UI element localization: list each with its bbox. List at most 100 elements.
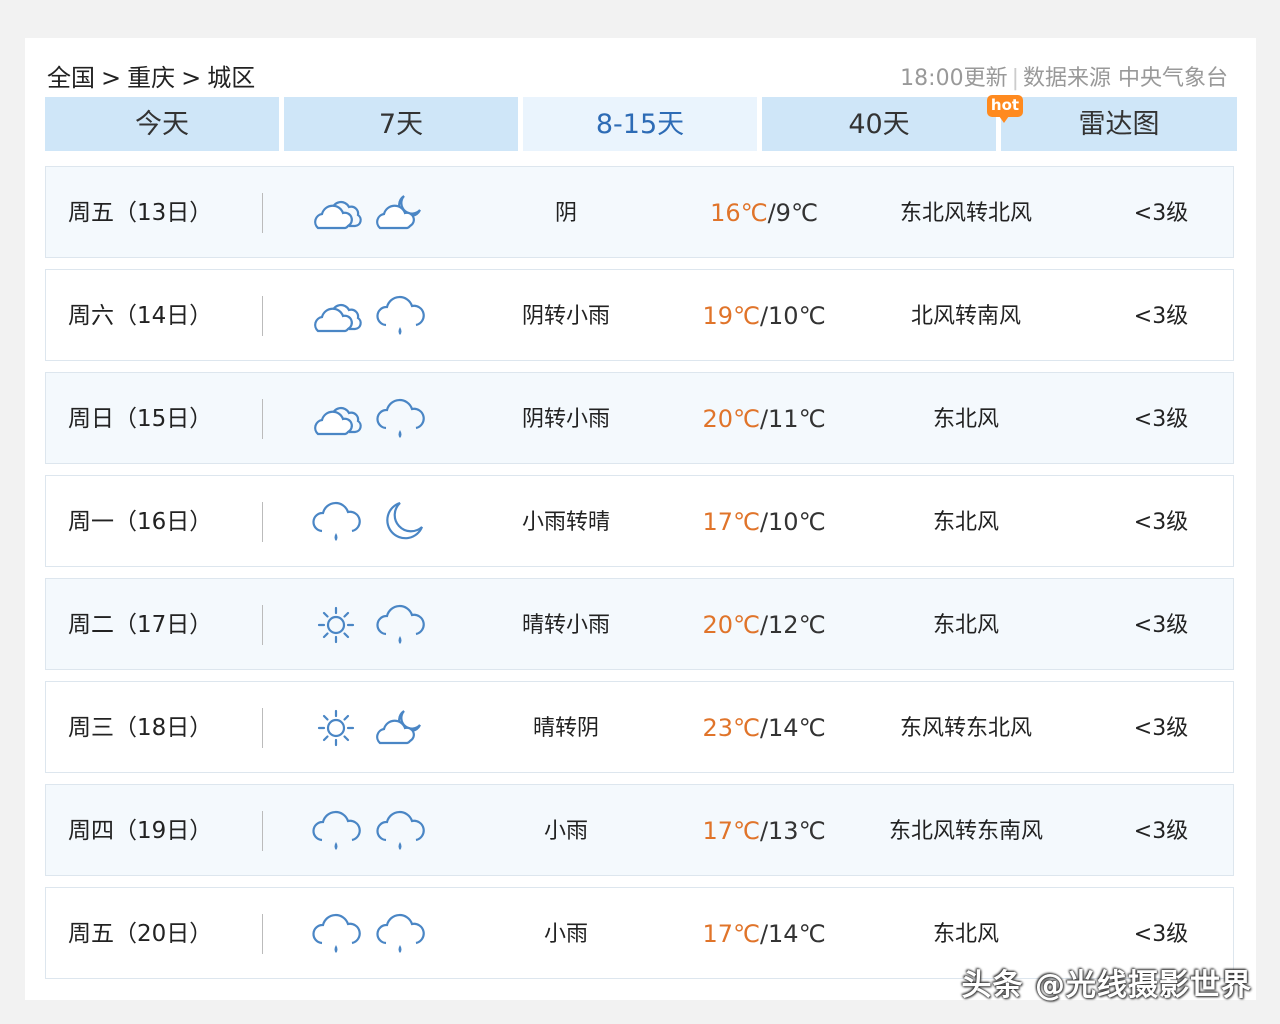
weather-description: 阴转小雨: [521, 407, 610, 432]
light-rain-icon: [310, 497, 364, 547]
row-divider: [262, 605, 263, 645]
wind-direction: 东风转东北风: [899, 716, 1032, 741]
light-rain-icon: [374, 394, 428, 444]
forecast-row: 周三（18日） 晴转阴 23℃/14℃ 东风转东北风 <3级: [45, 681, 1234, 773]
weather-description: 晴转阴: [532, 716, 599, 741]
temp-low: /11℃: [759, 405, 826, 433]
row-divider: [262, 399, 263, 439]
day-date: 周日（15日）: [68, 406, 213, 432]
row-divider: [262, 296, 263, 336]
forecast-row: 周日（15日） 阴转小雨 20℃/11℃ 东北风 <3级: [45, 372, 1234, 464]
weather-description: 小雨: [543, 922, 588, 947]
temperature: 16℃/9℃: [674, 167, 854, 259]
tab-today[interactable]: 今天: [45, 97, 279, 151]
meta-divider: |: [1011, 66, 1019, 91]
wind-level: <3级: [1133, 819, 1189, 844]
weather-description: 小雨: [543, 819, 588, 844]
forecast-row: 周一（16日） 小雨转晴 17℃/10℃ 东北风 <3级: [45, 475, 1234, 567]
tab-radar[interactable]: 雷达图: [1001, 97, 1237, 151]
weather-description: 晴转小雨: [521, 613, 610, 638]
forecast-row: 周四（19日） 小雨 17℃/13℃ 东北风转东南风 <3级: [45, 784, 1234, 876]
tab-8-15-days[interactable]: 8-15天: [523, 97, 757, 151]
temp-high: 17℃: [702, 508, 760, 536]
row-divider: [262, 708, 263, 748]
day-date: 周三（18日）: [68, 715, 213, 741]
breadcrumb-separator: >: [101, 64, 122, 92]
breadcrumb-item-city[interactable]: 重庆: [127, 64, 175, 92]
temperature: 20℃/12℃: [674, 579, 854, 671]
forecast-row: 周二（17日） 晴转小雨 20℃/12℃ 东北风 <3级: [45, 578, 1234, 670]
temp-low: /9℃: [767, 199, 818, 227]
temp-low: /12℃: [759, 611, 826, 639]
day-date: 周五（13日）: [68, 200, 213, 226]
wind-direction: 东北风转北风: [899, 201, 1032, 226]
row-divider: [262, 502, 263, 542]
tab-40-days[interactable]: 40天: [762, 97, 996, 151]
tab-bar: 今天 7天 8-15天 40天 雷达图 hot: [45, 95, 1237, 151]
wind-direction: 东北风转东南风: [888, 819, 1043, 844]
temperature: 17℃/13℃: [674, 785, 854, 877]
row-divider: [262, 193, 263, 233]
day-date: 周四（19日）: [68, 818, 213, 844]
temp-low: /14℃: [759, 714, 826, 742]
day-date: 周一（16日）: [68, 509, 213, 535]
light-rain-icon: [374, 806, 428, 856]
wind-level: <3级: [1133, 613, 1189, 638]
wind-direction: 东北风: [932, 510, 999, 535]
temp-low: /13℃: [759, 817, 826, 845]
hot-badge: hot: [987, 95, 1023, 123]
partly-cloudy-night-icon: [374, 703, 428, 753]
light-rain-icon: [374, 909, 428, 959]
temp-high: 23℃: [702, 714, 760, 742]
cloudy-icon: [310, 291, 364, 341]
temp-high: 16℃: [710, 199, 768, 227]
light-rain-icon: [310, 806, 364, 856]
row-divider: [262, 914, 263, 954]
breadcrumb-item-district: 城区: [207, 64, 256, 92]
breadcrumb: 全国 > 重庆 > 城区: [47, 58, 255, 93]
temp-high: 19℃: [702, 302, 760, 330]
light-rain-icon: [374, 291, 428, 341]
day-date: 周六（14日）: [68, 303, 213, 329]
temp-low: /10℃: [759, 302, 826, 330]
cloudy-icon: [310, 394, 364, 444]
temp-high: 17℃: [702, 920, 760, 948]
data-source: 数据来源 中央气象台: [1023, 66, 1228, 91]
temperature: 23℃/14℃: [674, 682, 854, 774]
update-time: 18:00更新: [900, 66, 1008, 91]
watermark: 头条 @光线摄影世界: [961, 968, 1252, 1003]
partly-cloudy-night-icon: [374, 188, 428, 238]
sun-icon: [310, 600, 364, 650]
temp-high: 17℃: [702, 817, 760, 845]
wind-level: <3级: [1133, 201, 1189, 226]
temperature: 20℃/11℃: [674, 373, 854, 465]
wind-direction: 北风转南风: [910, 304, 1021, 329]
breadcrumb-item-country[interactable]: 全国: [47, 64, 95, 92]
forecast-row: 周五（13日） 阴 16℃/9℃ 东北风转北风 <3级: [45, 166, 1234, 258]
temperature: 17℃/10℃: [674, 476, 854, 568]
temp-low: /14℃: [759, 920, 826, 948]
light-rain-icon: [374, 600, 428, 650]
moon-icon: [374, 497, 428, 547]
day-date: 周五（20日）: [68, 921, 213, 947]
forecast-panel: 全国 > 重庆 > 城区 18:00更新 | 数据来源 中央气象台 今天 7天 8-15天 …: [25, 38, 1256, 1000]
update-info: 18:00更新 | 数据来源 中央气象台: [900, 60, 1228, 92]
weather-description: 阴: [554, 201, 577, 226]
weather-description: 阴转小雨: [521, 304, 610, 329]
sun-icon: [310, 703, 364, 753]
wind-direction: 东北风: [932, 613, 999, 638]
temperature: 17℃/14℃: [674, 888, 854, 980]
wind-level: <3级: [1133, 510, 1189, 535]
temp-high: 20℃: [702, 405, 760, 433]
temp-low: /10℃: [759, 508, 826, 536]
tab-7-days[interactable]: 7天: [284, 97, 518, 151]
temperature: 19℃/10℃: [674, 270, 854, 362]
weather-description: 小雨转晴: [521, 510, 610, 535]
forecast-row: 周六（14日） 阴转小雨 19℃/10℃ 北风转南风 <3级: [45, 269, 1234, 361]
wind-direction: 东北风: [932, 407, 999, 432]
row-divider: [262, 811, 263, 851]
wind-level: <3级: [1133, 407, 1189, 432]
light-rain-icon: [310, 909, 364, 959]
temp-high: 20℃: [702, 611, 760, 639]
wind-level: <3级: [1133, 716, 1189, 741]
